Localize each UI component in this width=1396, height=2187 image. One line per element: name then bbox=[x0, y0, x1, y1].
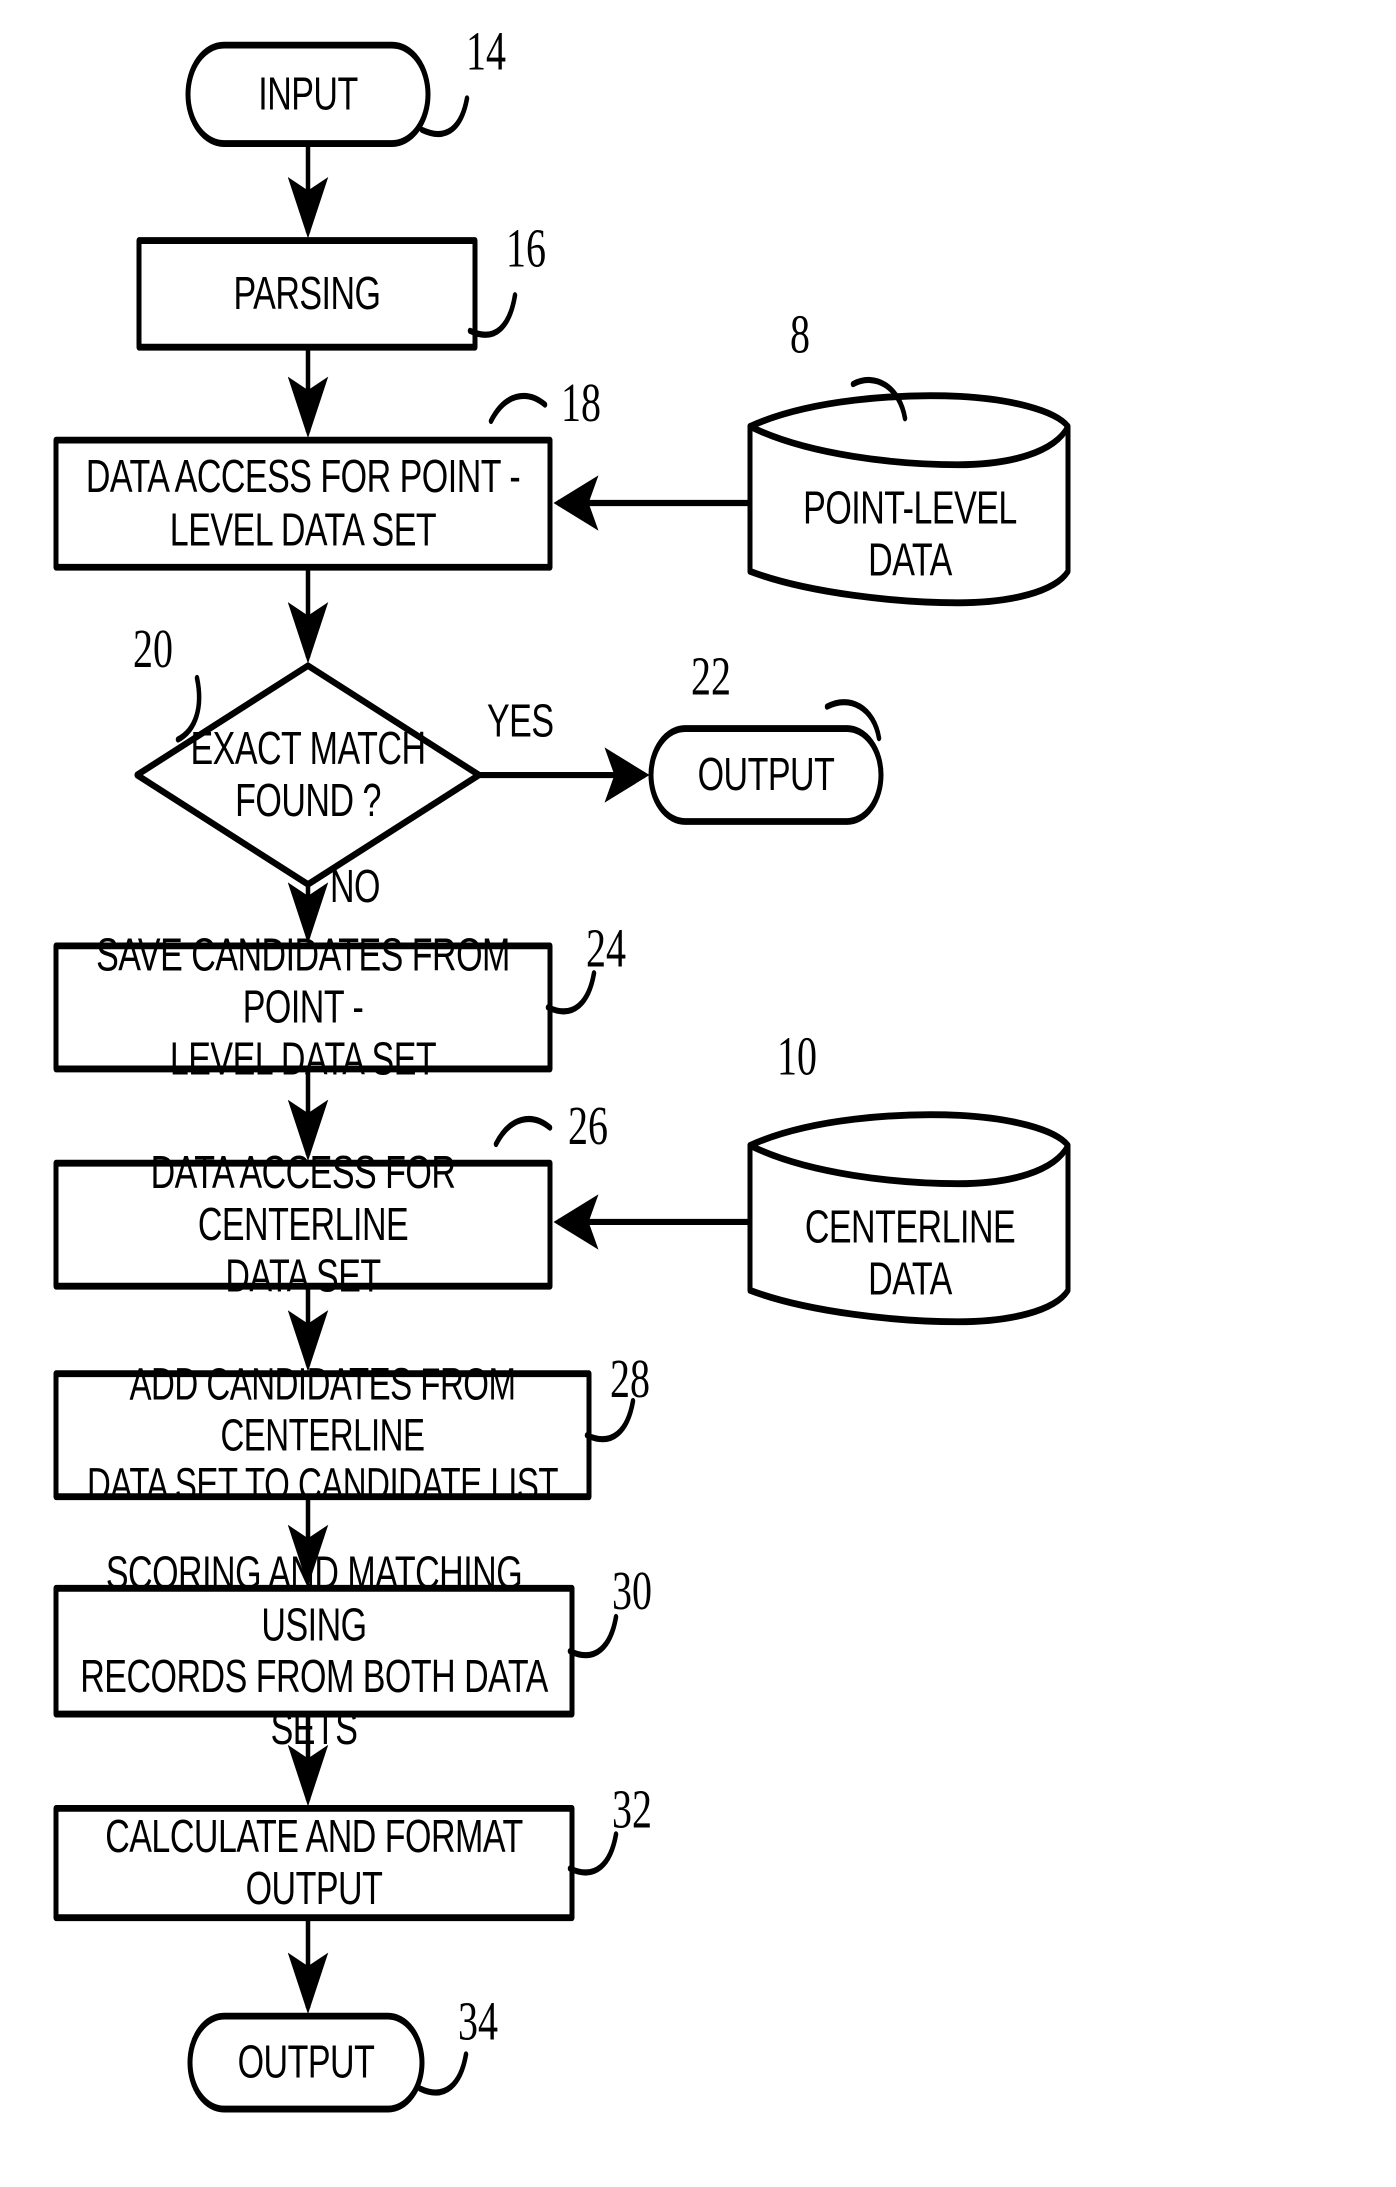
node-parsing-shape bbox=[136, 237, 478, 351]
node-access-point-shape bbox=[53, 436, 553, 571]
ref-number-14: 14 bbox=[466, 20, 506, 83]
node-output-yes-shape bbox=[648, 725, 884, 825]
leader-18 bbox=[488, 393, 548, 425]
edge-label-no: NO bbox=[330, 861, 381, 914]
ref-number-34: 34 bbox=[458, 1990, 498, 2052]
flowchart-canvas: INPUT PARSING DATA ACCESS FOR POINT - LE… bbox=[0, 0, 1396, 2187]
flowchart-shapes bbox=[53, 41, 1071, 2113]
ref-number-30: 30 bbox=[612, 1559, 652, 1622]
node-scoring-shape bbox=[53, 1584, 575, 1718]
leader-30 bbox=[567, 1613, 619, 1659]
ref-number-32: 32 bbox=[612, 1778, 652, 1840]
node-exact-match-shape bbox=[134, 662, 482, 888]
edge-label-yes: YES bbox=[487, 695, 554, 748]
node-access-cl-shape bbox=[53, 1159, 553, 1290]
leader-20 bbox=[175, 674, 202, 743]
node-save-cand-shape bbox=[53, 942, 553, 1073]
ref-number-18: 18 bbox=[561, 371, 601, 434]
ref-number-24: 24 bbox=[586, 917, 626, 979]
ref-number-8: 8 bbox=[790, 303, 810, 365]
node-point-db-shape bbox=[747, 392, 1071, 607]
leader-34 bbox=[417, 2051, 469, 2096]
node-output-end-shape bbox=[187, 2012, 425, 2113]
leader-22 bbox=[824, 699, 882, 742]
ref-number-26: 26 bbox=[568, 1094, 608, 1157]
node-input-start-shape bbox=[185, 41, 431, 147]
ref-number-16: 16 bbox=[506, 217, 546, 279]
ref-number-10: 10 bbox=[777, 1025, 817, 1087]
node-calculate-shape bbox=[53, 1804, 575, 1922]
ref-number-28: 28 bbox=[610, 1347, 650, 1410]
leader-32 bbox=[567, 1831, 619, 1876]
node-add-cand-shape bbox=[53, 1370, 592, 1501]
ref-number-22: 22 bbox=[691, 645, 731, 707]
node-centerline-db-shape bbox=[747, 1111, 1071, 1326]
ref-number-20: 20 bbox=[133, 617, 173, 680]
leader-26 bbox=[493, 1116, 553, 1148]
